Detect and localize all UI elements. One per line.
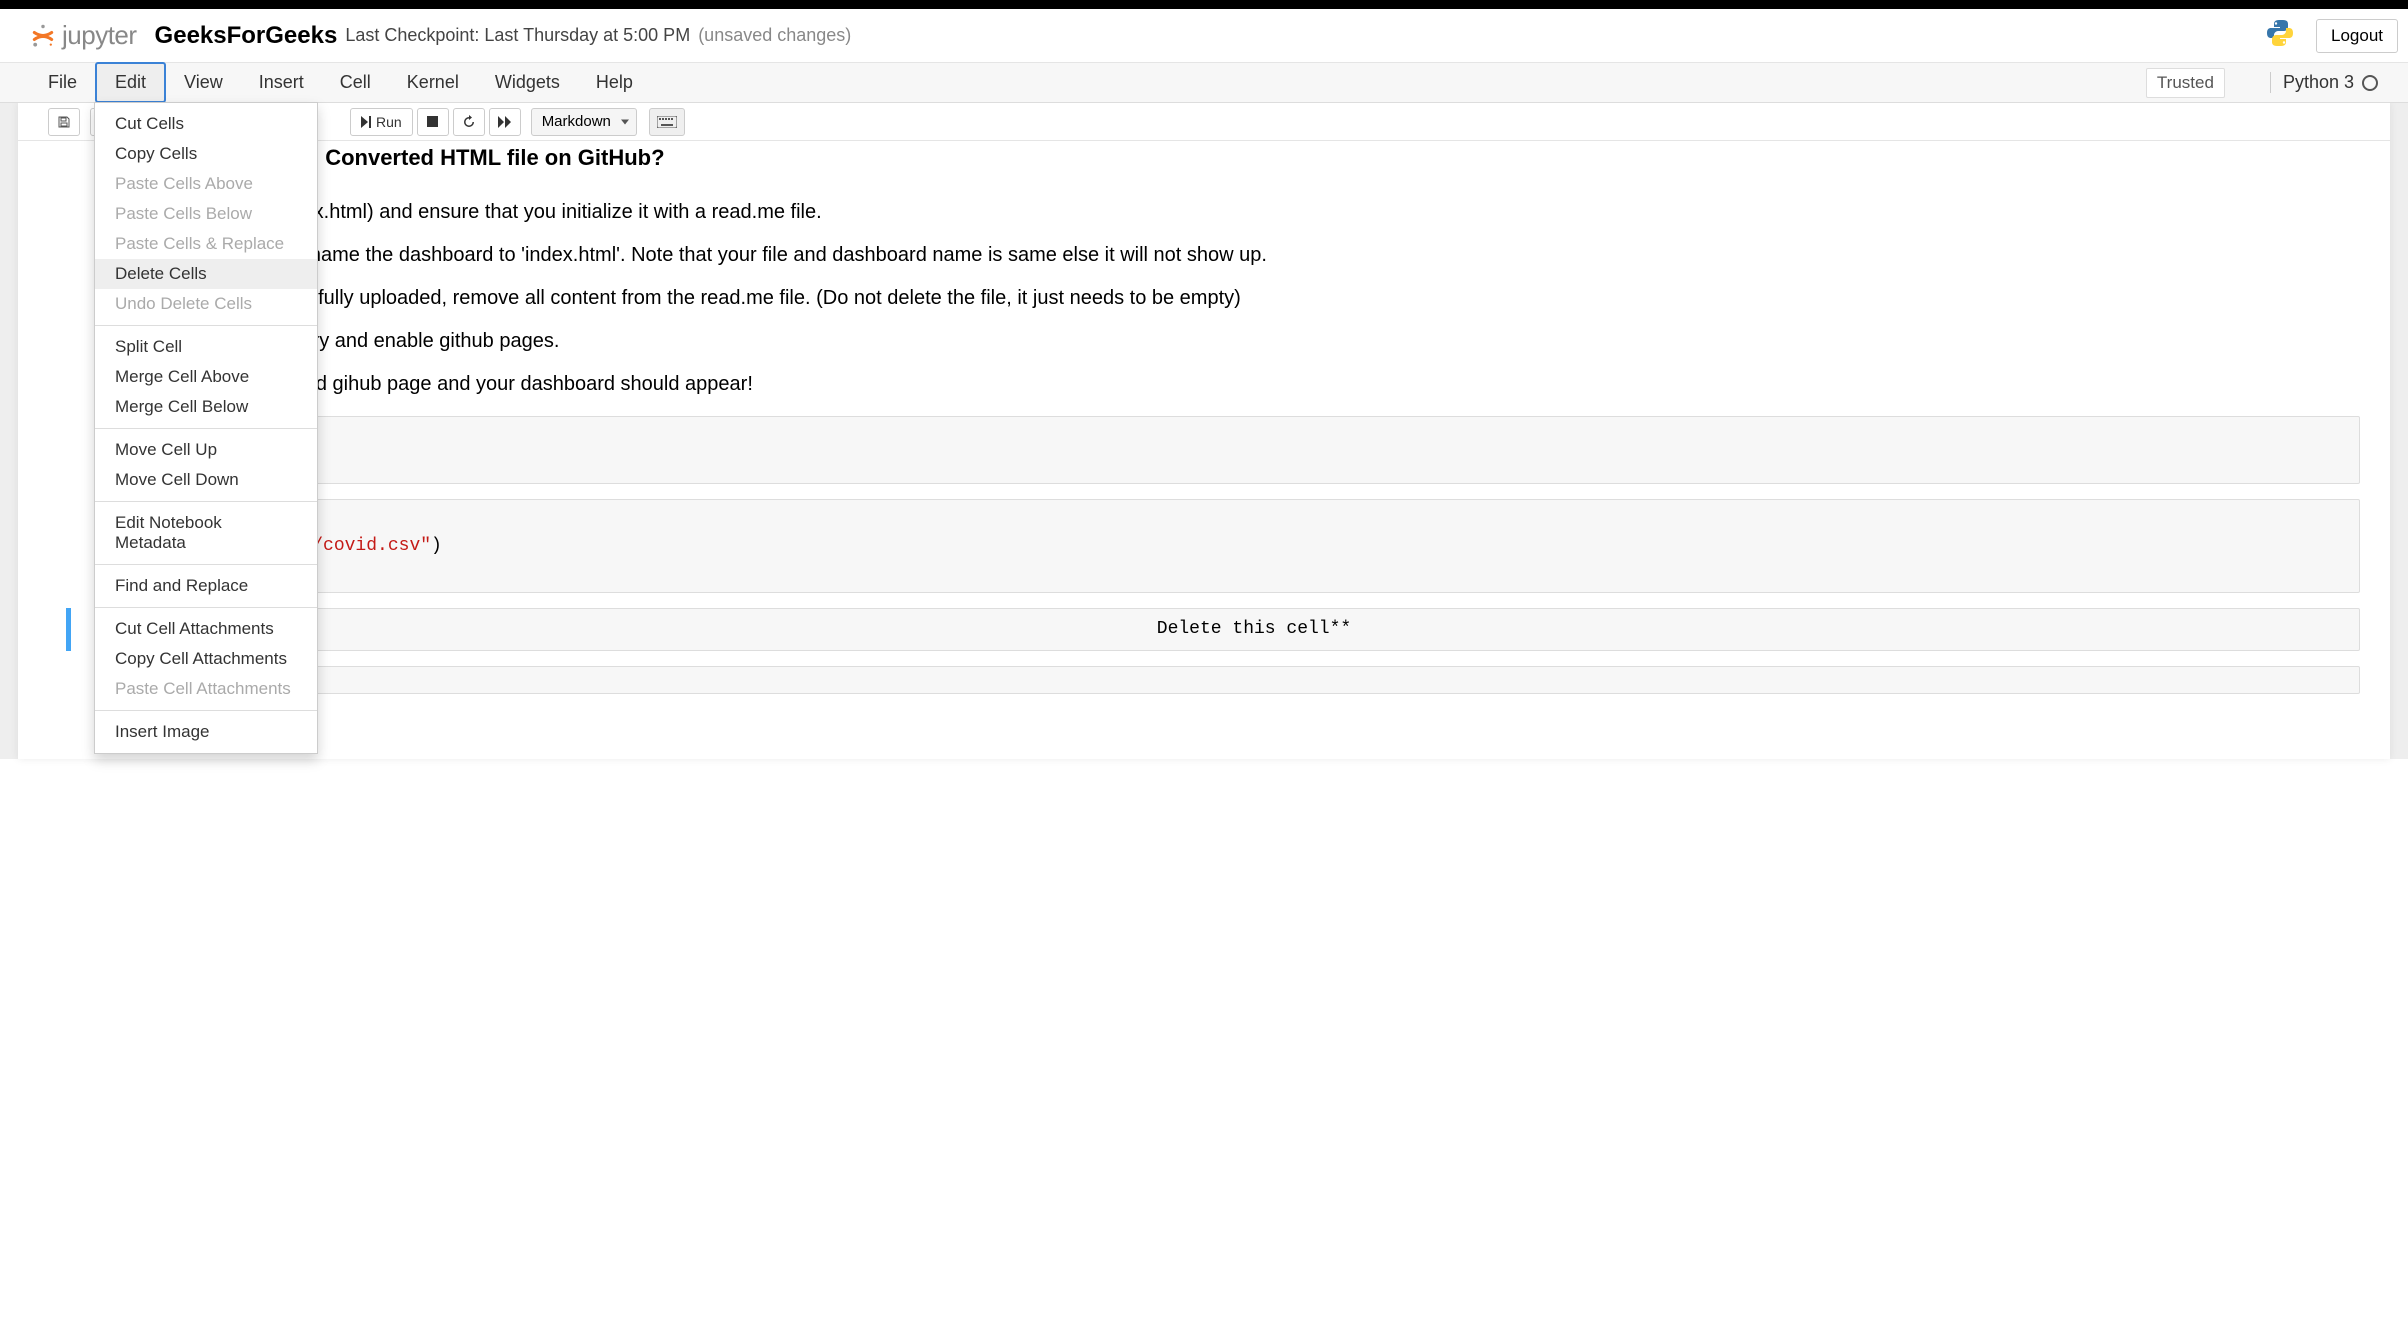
- menu-divider: [95, 564, 317, 565]
- edit-menu-merge-cell-below[interactable]: Merge Cell Below: [95, 392, 317, 422]
- fast-forward-icon: [498, 116, 512, 128]
- kernel-indicator[interactable]: Python 3: [2270, 72, 2378, 93]
- restart-run-all-button[interactable]: [489, 108, 521, 136]
- menu-help[interactable]: Help: [578, 64, 651, 101]
- step-item: of the newly created gihub page and your…: [148, 373, 2360, 396]
- trusted-indicator[interactable]: Trusted: [2146, 68, 2225, 98]
- code-cell-2[interactable]: as as pd d_csv("Desktop/covid.csv") ;: [148, 499, 2360, 593]
- cell-text: Delete this cell**: [1157, 619, 1351, 639]
- window-top-bar: [0, 0, 2408, 9]
- notebook-name[interactable]: GeeksForGeeks: [155, 22, 338, 50]
- restart-button[interactable]: [453, 108, 485, 136]
- run-button[interactable]: Run: [350, 108, 413, 136]
- edit-menu-paste-cells-above: Paste Cells Above: [95, 169, 317, 199]
- command-palette-button[interactable]: [649, 108, 685, 136]
- edit-menu-move-cell-down[interactable]: Move Cell Down: [95, 465, 317, 495]
- edit-menu-find-and-replace[interactable]: Find and Replace: [95, 571, 317, 601]
- step-item: ub repository (index.html) and ensure th…: [148, 201, 2360, 224]
- markdown-steps-list: ub repository (index.html) and ensure th…: [148, 201, 2360, 396]
- save-icon: [57, 115, 71, 129]
- notebook-header: jupyter GeeksForGeeks Last Checkpoint: L…: [0, 9, 2408, 63]
- edit-menu-cut-cell-attachments[interactable]: Cut Cell Attachments: [95, 614, 317, 644]
- run-step-icon: [361, 116, 371, 128]
- edit-menu-paste-cells-replace: Paste Cells & Replace: [95, 229, 317, 259]
- edit-menu-paste-cells-below: Paste Cells Below: [95, 199, 317, 229]
- menu-file[interactable]: File: [30, 64, 95, 101]
- cell-selection-marker: [66, 608, 71, 651]
- edit-dropdown: Cut CellsCopy CellsPaste Cells AbovePast…: [94, 102, 318, 754]
- kernel-name: Python 3: [2283, 72, 2354, 93]
- logout-button[interactable]: Logout: [2316, 19, 2398, 53]
- kernel-status-icon: [2362, 75, 2378, 91]
- menu-divider: [95, 325, 317, 326]
- markdown-heading: : How to publish Converted HTML file on …: [148, 145, 2360, 171]
- checkpoint-text: Last Checkpoint: Last Thursday at 5:00 P…: [345, 25, 690, 46]
- edit-menu-insert-image[interactable]: Insert Image: [95, 717, 317, 747]
- edit-menu-cut-cells[interactable]: Cut Cells: [95, 109, 317, 139]
- menu-view[interactable]: View: [166, 64, 241, 101]
- edit-menu-undo-delete-cells: Undo Delete Cells: [95, 289, 317, 319]
- menu-divider: [95, 607, 317, 608]
- code-cell-4-empty[interactable]: [148, 666, 2360, 694]
- step-item: gs of your repository and enable github …: [148, 330, 2360, 353]
- menubar: File Edit View Insert Cell Kernel Widget…: [0, 63, 2408, 103]
- stop-icon: [427, 116, 438, 127]
- step-item: ository is ready, rename the dashboard t…: [148, 244, 2360, 267]
- menu-cell[interactable]: Cell: [322, 64, 389, 101]
- celltype-select[interactable]: Markdown: [531, 108, 637, 136]
- code-cell-3-selected[interactable]: Delete this cell**: [148, 608, 2360, 651]
- menu-divider: [95, 428, 317, 429]
- code-cell-1[interactable]: ut:") +30): [148, 416, 2360, 484]
- keyboard-icon: [657, 116, 677, 128]
- menu-kernel[interactable]: Kernel: [389, 64, 477, 101]
- edit-menu-merge-cell-above[interactable]: Merge Cell Above: [95, 362, 317, 392]
- edit-menu-copy-cell-attachments[interactable]: Copy Cell Attachments: [95, 644, 317, 674]
- menu-divider: [95, 501, 317, 502]
- toolbar: + Run Markdown: [18, 103, 2390, 141]
- edit-menu-paste-cell-attachments: Paste Cell Attachments: [95, 674, 317, 704]
- unsaved-text: (unsaved changes): [698, 25, 851, 46]
- edit-menu-copy-cells[interactable]: Copy Cells: [95, 139, 317, 169]
- interrupt-button[interactable]: [417, 108, 449, 136]
- menu-edit[interactable]: Edit: [95, 62, 166, 103]
- edit-menu-edit-notebook-metadata[interactable]: Edit Notebook Metadata: [95, 508, 317, 558]
- python-icon: [2264, 17, 2296, 54]
- save-button[interactable]: [48, 108, 80, 136]
- menu-divider: [95, 710, 317, 711]
- step-item: shboard is successfully uploaded, remove…: [148, 287, 2360, 310]
- restart-icon: [462, 115, 476, 129]
- jupyter-orb-icon: [30, 23, 56, 49]
- edit-menu-move-cell-up[interactable]: Move Cell Up: [95, 435, 317, 465]
- menu-insert[interactable]: Insert: [241, 64, 322, 101]
- edit-menu-delete-cells[interactable]: Delete Cells: [95, 259, 317, 289]
- run-label: Run: [376, 114, 402, 130]
- jupyter-text: jupyter: [62, 20, 137, 51]
- menu-widgets[interactable]: Widgets: [477, 64, 578, 101]
- edit-menu-split-cell[interactable]: Split Cell: [95, 332, 317, 362]
- notebook-area: : How to publish Converted HTML file on …: [18, 145, 2390, 739]
- jupyter-logo[interactable]: jupyter: [30, 20, 137, 51]
